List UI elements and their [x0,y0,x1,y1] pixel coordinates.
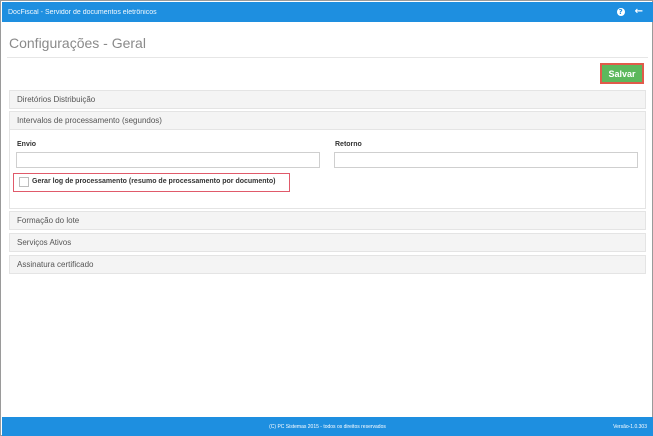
section-diretorios-distribuicao[interactable]: Diretórios Distribuição [9,90,646,109]
retorno-input[interactable] [334,152,638,168]
section-assinatura-certificado[interactable]: Assinatura certificado [9,255,646,274]
retorno-label: Retorno [335,141,362,148]
intervalos-panel-body [9,129,646,209]
page-title: Configurações - Geral [9,35,146,51]
help-icon[interactable]: ? [616,8,625,16]
section-intervalos-processamento[interactable]: Intervalos de processamento (segundos) [9,111,646,130]
top-bar-actions: ? ← [616,7,653,17]
envio-input[interactable] [16,152,320,168]
arrow-left-icon[interactable]: ← [635,7,643,17]
app-title: DocFiscal - Servidor de documentos eletr… [8,8,157,16]
save-button[interactable]: Salvar [600,63,644,84]
log-processamento-checkbox[interactable] [19,177,29,187]
section-servicos-ativos[interactable]: Serviços Ativos [9,233,646,252]
title-divider [7,57,648,58]
app-window: DocFiscal - Servidor de documentos eletr… [0,0,653,436]
top-bar: DocFiscal - Servidor de documentos eletr… [2,2,653,22]
footer-version: Versão-1.0.303 [613,424,647,430]
footer: (C) PC Sistemas 2015 - todos os direitos… [2,417,653,436]
envio-label: Envio [17,141,37,148]
log-processamento-label[interactable]: Gerar log de processamento (resumo de pr… [32,178,276,185]
section-formacao-lote[interactable]: Formação do lote [9,211,646,230]
footer-copyright: (C) PC Sistemas 2015 - todos os direitos… [269,424,386,430]
